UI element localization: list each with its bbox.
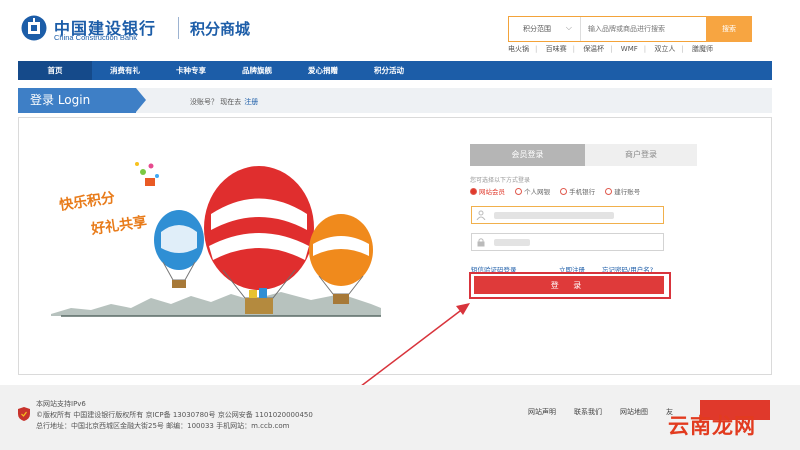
login-button[interactable]: 登 录 [474,276,664,294]
search-box: 积分范围 ⌵ 搜索 [508,16,752,42]
method-label: 建行账号 [614,188,641,196]
search-scope-label: 积分范围 [523,25,551,33]
radio-icon [470,188,477,195]
login-methods-hint: 您可选择以下方式登录 [470,177,531,184]
search-button[interactable]: 搜索 [706,16,752,42]
ipv6-text: 本网站支持IPv6 [36,400,86,408]
lock-icon [477,238,485,247]
login-method-personal-ebank[interactable]: 个人网银 [515,186,550,196]
ccb-logo-icon[interactable] [20,14,48,42]
nav-item-charity[interactable]: 爱心捐赠 [290,61,356,80]
shield-icon [18,407,30,421]
nav-item-home[interactable]: 首页 [18,61,92,80]
hot-words: 电火锅 | 百味赛 | 保温杯 | WMF | 双立人 | 膳魔师 [508,44,752,54]
copyright-text: ©版权所有 中国建设银行版权所有 京ICP备 13030780号 京公网安备 1… [36,411,313,419]
method-label: 个人网银 [524,188,551,196]
hot-word-link[interactable]: WMF [621,45,638,53]
nav-item-points-events[interactable]: 积分活动 [356,61,422,80]
password-field[interactable] [471,233,664,251]
watermark: 云南龙网 [668,414,756,438]
register-link[interactable]: 注册 [244,98,258,106]
no-account-text: 没账号？ 现在去 [190,98,242,106]
address-text: 总行地址：中国北京西城区金融大街25号 邮编：100033 手机网站：m.ccb… [36,422,290,430]
method-label: 手机银行 [569,188,596,196]
radio-icon [560,188,568,195]
divider: | [610,45,613,53]
main-nav: 首页 消费有礼 卡种专享 品牌旗舰 爱心捐赠 积分活动 [18,61,772,80]
tab-merchant-login[interactable]: 商户登录 [585,144,697,166]
divider: | [681,45,684,53]
username-value-blurred [494,212,614,219]
hot-word-link[interactable]: 膳魔师 [692,45,713,53]
hot-word-link[interactable]: 双立人 [654,45,675,53]
login-bar: 登录 Login 没账号？ 现在去 注册 [18,88,772,113]
login-panel: 快乐积分 好礼共享 会员登录 商户登录 您可选择以下方式登录 网站会员 个人网银… [18,117,772,375]
login-method-site-member[interactable]: 网站会员 [470,186,505,196]
nav-item-consume-gifts[interactable]: 消费有礼 [92,61,158,80]
footer-link-statement[interactable]: 网站声明 [528,407,556,417]
search-scope-select[interactable]: 积分范围 ⌵ [509,17,581,41]
hot-word-link[interactable]: 百味赛 [546,45,567,53]
no-account-prompt: 没账号？ 现在去 注册 [190,97,258,107]
footer-link-contact[interactable]: 联系我们 [574,407,602,417]
login-method-ccb-account[interactable]: 建行账号 [605,186,640,196]
method-label: 网站会员 [479,188,505,196]
nav-item-brand-flagship[interactable]: 品牌旗舰 [224,61,290,80]
search-input[interactable] [582,17,706,41]
divider: | [535,45,538,53]
username-field[interactable] [471,206,664,224]
bank-name-en: China Construction Bank [54,33,137,42]
hot-word-link[interactable]: 电火锅 [508,45,529,53]
login-title-arrow [136,88,146,112]
divider: | [572,45,575,53]
mall-title[interactable]: 积分商城 [190,18,250,39]
footer-link-sitemap[interactable]: 网站地图 [620,407,648,417]
hot-word-link[interactable]: 保温杯 [583,45,604,53]
login-method-options: 网站会员 个人网银 手机银行 建行账号 [470,186,648,196]
hot-air-balloon-illustration [51,162,381,317]
login-method-mobile-bank[interactable]: 手机银行 [560,186,595,196]
chevron-down-icon: ⌵ [565,23,572,32]
nav-item-card-exclusive[interactable]: 卡种专享 [158,61,224,80]
divider: | [643,45,647,53]
password-value-blurred [494,239,530,246]
user-icon [476,210,486,220]
login-title: 登录 Login [18,88,136,113]
header: 中国建设银行 China Construction Bank 积分商城 积分范围… [0,0,800,60]
tab-member-login[interactable]: 会员登录 [470,144,585,166]
radio-icon [515,188,523,195]
radio-icon [605,188,613,195]
header-divider [178,17,179,39]
